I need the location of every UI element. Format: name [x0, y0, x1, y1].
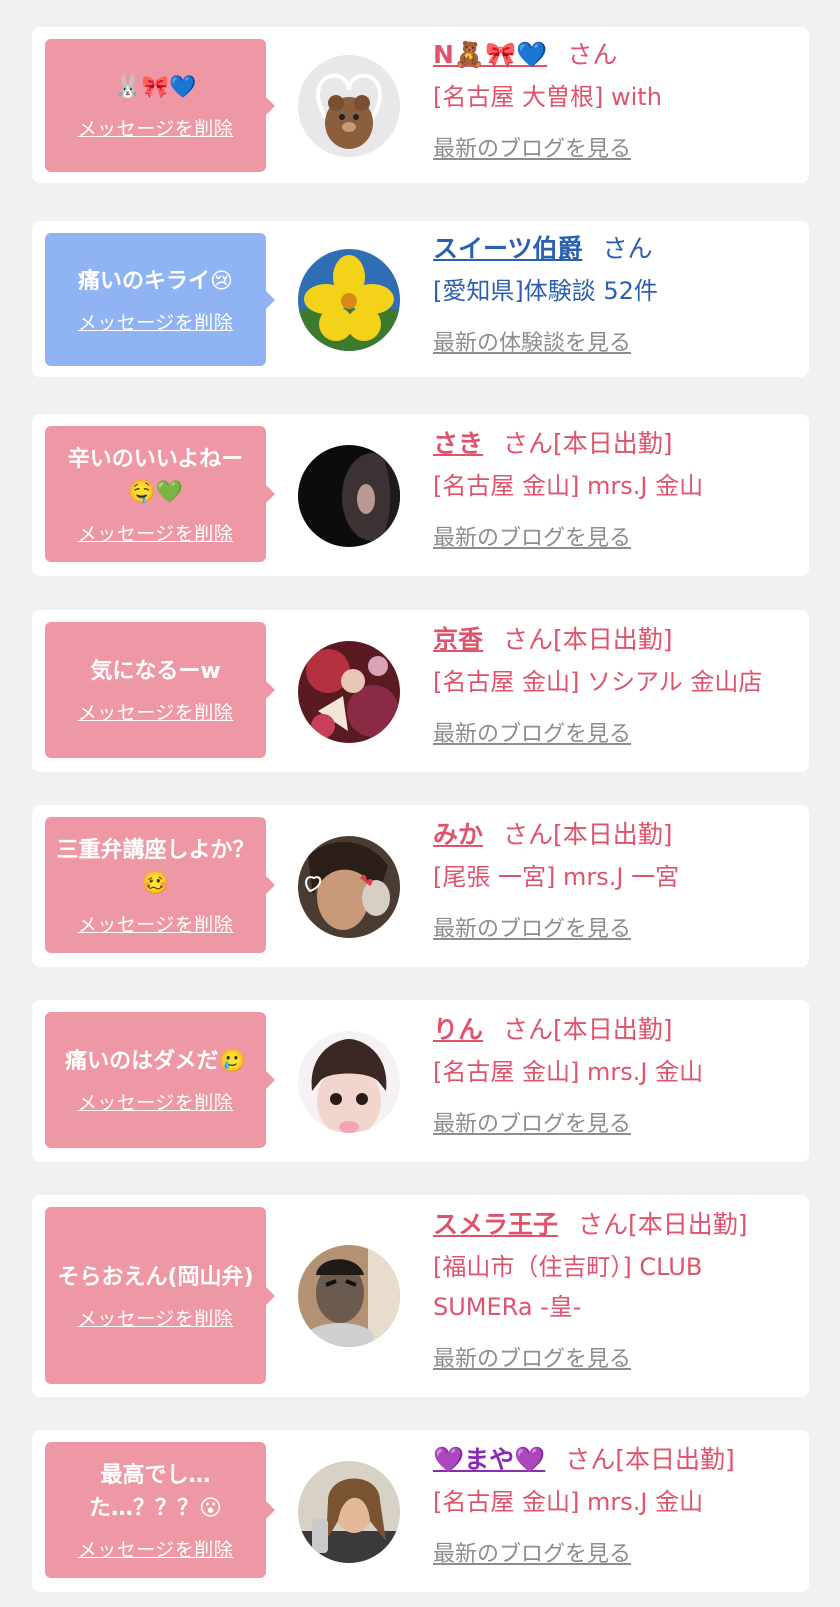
- user-info: さき さん[本日出勤] [名古屋 金山] mrs.J 金山 最新のブログを見る: [433, 426, 795, 552]
- shop-info: [名古屋 大曽根] with: [433, 83, 662, 111]
- message-bubble: 🐰🎀💙 メッセージを削除: [45, 39, 275, 172]
- avatar[interactable]: [298, 249, 400, 351]
- list-item: 最高でし…た…？？？😮 メッセージを削除 💜まや💜 さん[本日出勤] [名古屋 金…: [32, 1430, 809, 1592]
- name-suffix: さん: [567, 40, 618, 69]
- user-name-link[interactable]: N🧸🎀💙: [433, 40, 547, 69]
- user-info: スメラ王子 さん[本日出勤] [福山市（住吉町）] CLUB SUMERa -皇-…: [433, 1207, 795, 1373]
- avatar[interactable]: [298, 836, 400, 938]
- user-info: 💜まや💜 さん[本日出勤] [名古屋 金山] mrs.J 金山 最新のブログを見る: [433, 1442, 795, 1568]
- name-suffix: さん[本日出勤]: [503, 1015, 673, 1044]
- list-item: 気になるーw メッセージを削除 京香 さん[本日出勤] [名古屋 金山] ソシアル…: [32, 610, 809, 772]
- view-blog-link[interactable]: 最新のブログを見る: [433, 1536, 795, 1568]
- delete-message-link[interactable]: メッセージを削除: [78, 1304, 234, 1331]
- list-item: そらおえん(岡山弁) メッセージを削除 スメラ王子 さん[本日出勤] [福山市（住…: [32, 1195, 809, 1397]
- name-suffix: さん[本日出勤]: [503, 625, 673, 654]
- message-bubble: そらおえん(岡山弁) メッセージを削除: [45, 1207, 275, 1384]
- message-text: 気になるーw: [90, 659, 221, 684]
- list-item: 辛いのいいよねー🤤💚 メッセージを削除 さき さん[本日出勤] [名古屋 金山] …: [32, 414, 809, 576]
- message-text: 🐰🎀💙: [114, 74, 197, 100]
- list-item: 三重弁講座しよか？🥴 メッセージを削除 みか さん[本日出勤] [尾張 一宮] m…: [32, 805, 809, 967]
- shop-info: [名古屋 金山] ソシアル 金山店: [433, 668, 763, 696]
- shop-info: [名古屋 金山] mrs.J 金山: [433, 472, 704, 500]
- delete-message-link[interactable]: メッセージを削除: [78, 1088, 234, 1115]
- avatar[interactable]: [298, 445, 400, 547]
- user-name-link[interactable]: りん: [433, 1015, 483, 1044]
- message-bubble: 辛いのいいよねー🤤💚 メッセージを削除: [45, 426, 275, 562]
- list-item: 痛いのキライ😢 メッセージを削除 スイーツ伯爵 さん [愛知県]体験談 52件 …: [32, 221, 809, 377]
- avatar[interactable]: [298, 1245, 400, 1347]
- user-name-link[interactable]: スイーツ伯爵: [433, 234, 583, 263]
- message-text: そらおえん(岡山弁): [57, 1264, 254, 1290]
- shop-info: [愛知県]体験談 52件: [433, 277, 658, 305]
- name-suffix: さん: [602, 234, 653, 263]
- view-blog-link[interactable]: 最新のブログを見る: [433, 1106, 795, 1138]
- message-bubble: 気になるーw メッセージを削除: [45, 622, 275, 758]
- name-suffix: さん[本日出勤]: [503, 429, 673, 458]
- message-bubble: 最高でし…た…？？？😮 メッセージを削除: [45, 1442, 275, 1578]
- message-text: 痛いのはダメだ🥲: [65, 1049, 246, 1074]
- view-blog-link[interactable]: 最新のブログを見る: [433, 520, 795, 552]
- delete-message-link[interactable]: メッセージを削除: [78, 910, 234, 937]
- user-name-link[interactable]: スメラ王子: [433, 1210, 558, 1239]
- user-info: みか さん[本日出勤] [尾張 一宮] mrs.J 一宮 最新のブログを見る: [433, 817, 795, 943]
- shop-info: [尾張 一宮] mrs.J 一宮: [433, 863, 680, 891]
- shop-info: [名古屋 金山] mrs.J 金山: [433, 1488, 704, 1516]
- view-blog-link[interactable]: 最新のブログを見る: [433, 1341, 795, 1373]
- name-suffix: さん[本日出勤]: [565, 1445, 735, 1474]
- list-item: 🐰🎀💙 メッセージを削除 N🧸🎀💙 さん [名古屋 大曽根] with 最新のブロ…: [32, 27, 809, 183]
- view-reviews-link[interactable]: 最新の体験談を見る: [433, 325, 795, 357]
- message-text: 最高でし…た…？？？😮: [89, 1462, 222, 1521]
- shop-info: [名古屋 金山] mrs.J 金山: [433, 1058, 704, 1086]
- message-text: 三重弁講座しよか？🥴: [56, 837, 255, 896]
- message-bubble: 痛いのはダメだ🥲 メッセージを削除: [45, 1012, 275, 1148]
- avatar[interactable]: [298, 1461, 400, 1563]
- user-info: 京香 さん[本日出勤] [名古屋 金山] ソシアル 金山店 最新のブログを見る: [433, 622, 795, 748]
- message-text: 辛いのいいよねー🤤💚: [67, 446, 244, 505]
- message-bubble: 痛いのキライ😢 メッセージを削除: [45, 233, 275, 366]
- view-blog-link[interactable]: 最新のブログを見る: [433, 131, 795, 163]
- delete-message-link[interactable]: メッセージを削除: [78, 519, 234, 546]
- user-name-link[interactable]: 💜まや💜: [433, 1445, 545, 1474]
- name-suffix: さん[本日出勤]: [578, 1210, 748, 1239]
- delete-message-link[interactable]: メッセージを削除: [78, 1535, 234, 1562]
- user-info: りん さん[本日出勤] [名古屋 金山] mrs.J 金山 最新のブログを見る: [433, 1012, 795, 1138]
- user-name-link[interactable]: みか: [433, 820, 483, 849]
- user-info: スイーツ伯爵 さん [愛知県]体験談 52件 最新の体験談を見る: [433, 231, 795, 357]
- delete-message-link[interactable]: メッセージを削除: [78, 698, 234, 725]
- shop-info: [福山市（住吉町）] CLUB SUMERa -皇-: [433, 1253, 703, 1321]
- delete-message-link[interactable]: メッセージを削除: [78, 114, 234, 141]
- user-name-link[interactable]: 京香: [433, 625, 483, 654]
- list-item: 痛いのはダメだ🥲 メッセージを削除 りん さん[本日出勤] [名古屋 金山] mr…: [32, 1000, 809, 1162]
- view-blog-link[interactable]: 最新のブログを見る: [433, 716, 795, 748]
- user-name-link[interactable]: さき: [433, 429, 483, 458]
- message-text: 痛いのキライ😢: [78, 268, 233, 294]
- avatar[interactable]: [298, 1031, 400, 1133]
- avatar[interactable]: [298, 55, 400, 157]
- avatar[interactable]: [298, 641, 400, 743]
- view-blog-link[interactable]: 最新のブログを見る: [433, 911, 795, 943]
- message-bubble: 三重弁講座しよか？🥴 メッセージを削除: [45, 817, 275, 953]
- message-list: 🐰🎀💙 メッセージを削除 N🧸🎀💙 さん [名古屋 大曽根] with 最新のブロ…: [0, 0, 840, 1607]
- delete-message-link[interactable]: メッセージを削除: [78, 308, 234, 335]
- name-suffix: さん[本日出勤]: [503, 820, 673, 849]
- user-info: N🧸🎀💙 さん [名古屋 大曽根] with 最新のブログを見る: [433, 37, 795, 163]
